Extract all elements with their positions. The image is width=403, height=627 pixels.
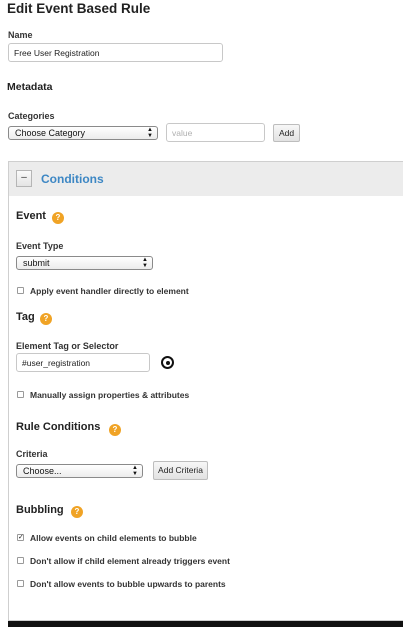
event-help-question-icon[interactable]: ? — [52, 212, 64, 224]
conditions-title: Conditions — [41, 172, 104, 186]
bottom-bar — [8, 621, 403, 627]
category-select-value: Choose Category — [15, 128, 86, 138]
name-input[interactable] — [8, 43, 223, 62]
bubble-allow-checkbox[interactable]: ✓ — [17, 534, 24, 541]
categories-label: Categories — [8, 111, 55, 121]
rule-conditions-heading: Rule Conditions — [16, 421, 101, 433]
collapse-conditions-button[interactable]: – — [16, 170, 32, 187]
manual-assign-checkbox[interactable] — [17, 391, 24, 398]
updown-chevron-icon: ▲ ▼ — [142, 257, 148, 269]
bubbling-help-question-icon[interactable]: ? — [71, 506, 83, 518]
manual-assign-label: Manually assign properties & attributes — [30, 390, 190, 400]
page-title: Edit Event Based Rule — [7, 1, 151, 16]
metadata-heading: Metadata — [7, 81, 53, 93]
rule-conditions-help-question-icon[interactable]: ? — [109, 424, 121, 436]
category-select[interactable]: Choose Category ▲ ▼ — [8, 126, 158, 140]
name-label: Name — [8, 30, 33, 40]
updown-chevron-icon: ▲ ▼ — [132, 465, 138, 477]
bubble-no-upwards-label: Don't allow events to bubble upwards to … — [30, 579, 226, 589]
tag-help-question-icon[interactable]: ? — [40, 313, 52, 325]
bubble-no-child-trigger-label: Don't allow if child element already tri… — [30, 556, 230, 566]
bubble-no-upwards-checkbox[interactable] — [17, 580, 24, 587]
event-type-select-value: submit — [23, 258, 50, 268]
bubbling-heading: Bubbling — [16, 504, 64, 516]
add-category-button[interactable]: Add — [273, 124, 300, 142]
checkmark-icon: ✓ — [18, 534, 24, 541]
criteria-select-value: Choose... — [23, 466, 62, 476]
updown-chevron-icon: ▲ ▼ — [147, 127, 153, 139]
apply-directly-checkbox[interactable] — [17, 287, 24, 294]
bubble-allow-label: Allow events on child elements to bubble — [30, 533, 197, 543]
target-icon[interactable] — [161, 356, 174, 369]
criteria-select[interactable]: Choose... ▲ ▼ — [16, 464, 143, 478]
event-heading: Event — [16, 210, 46, 222]
tag-heading: Tag — [16, 311, 35, 323]
selector-label: Element Tag or Selector — [16, 341, 119, 351]
bubble-no-child-trigger-checkbox[interactable] — [17, 557, 24, 564]
event-type-select[interactable]: submit ▲ ▼ — [16, 256, 153, 270]
category-value-input[interactable] — [166, 123, 265, 142]
selector-input[interactable] — [16, 353, 150, 372]
event-type-label: Event Type — [16, 241, 64, 251]
criteria-label: Criteria — [16, 449, 48, 459]
apply-directly-label: Apply event handler directly to element — [30, 286, 189, 296]
add-criteria-button[interactable]: Add Criteria — [153, 461, 208, 480]
